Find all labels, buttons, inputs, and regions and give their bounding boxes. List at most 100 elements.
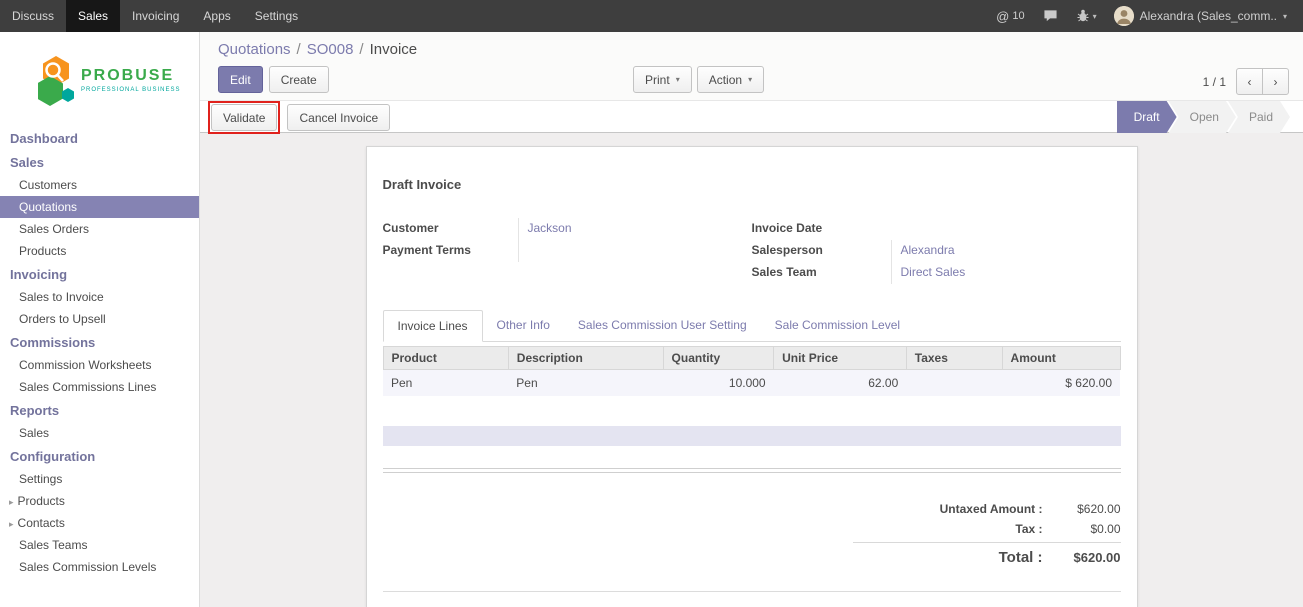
customer-label: Customer [383,218,518,240]
chat-bubble-icon [1043,9,1058,23]
status-open[interactable]: Open [1169,101,1236,133]
notebook-tabs: Invoice Lines Other Info Sales Commissio… [383,310,1121,342]
activity-count: 10 [1012,10,1024,22]
sidebar-item-sales-teams[interactable]: Sales Teams [0,534,199,556]
breadcrumb-so008[interactable]: SO008 [307,41,354,58]
sidebar-item-config-products[interactable]: ▸Products [0,490,199,512]
top-menu-sales[interactable]: Sales [66,0,120,32]
edit-button[interactable]: Edit [218,66,263,93]
top-menu-apps[interactable]: Apps [191,0,242,32]
col-amount[interactable]: Amount [1002,347,1120,370]
breadcrumb-separator: / [291,41,307,58]
tab-invoice-lines[interactable]: Invoice Lines [383,310,483,342]
payment-terms-label: Payment Terms [383,240,518,262]
salesperson-value[interactable]: Alexandra [891,240,1121,262]
sidebar-heading-reports[interactable]: Reports [0,398,199,422]
user-name: Alexandra (Sales_comm.. [1140,9,1277,23]
status-paid[interactable]: Paid [1228,101,1290,133]
sidebar-heading-configuration[interactable]: Configuration [0,444,199,468]
logo-subtitle: PROFESSIONAL BUSINESS [81,87,180,93]
sidebar-item-customers[interactable]: Customers [0,174,199,196]
messages-menu[interactable] [1034,0,1067,32]
debug-menu[interactable]: ▾ [1067,0,1106,32]
cell-description: Pen [508,370,663,397]
statusbar: Validate Cancel Invoice Draft Open Paid [200,100,1303,133]
top-menu-discuss[interactable]: Discuss [0,0,66,32]
action-button[interactable]: Action▾ [697,66,764,93]
pager-next-button[interactable]: › [1262,68,1289,95]
sidebar-item-commission-worksheets[interactable]: Commission Worksheets [0,354,199,376]
control-panel: Quotations/SO008/Invoice Edit Create Pri… [200,32,1303,100]
cell-unit-price: 62.00 [774,370,907,397]
caret-down-icon: ▾ [676,75,680,84]
form-buttons: Edit Create [218,66,329,93]
logo-title: PROBUSE [81,67,180,85]
col-taxes[interactable]: Taxes [906,347,1002,370]
sidebar-item-sales-orders[interactable]: Sales Orders [0,218,199,240]
statusbar-buttons: Validate Cancel Invoice [208,101,390,134]
untaxed-amount-label: Untaxed Amount : [853,502,1043,516]
user-menu[interactable]: Alexandra (Sales_comm.. ▾ [1106,6,1295,26]
status-draft[interactable]: Draft [1117,101,1177,133]
top-navbar: Discuss Sales Invoicing Apps Settings @ … [0,0,1303,32]
sidebar-heading-invoicing[interactable]: Invoicing [0,262,199,286]
at-icon: @ [996,9,1009,24]
logo-text: PROBUSE PROFESSIONAL BUSINESS [81,67,180,93]
caret-down-icon: ▾ [1283,12,1287,21]
validate-button[interactable]: Validate [211,104,277,131]
tab-sale-commission-level[interactable]: Sale Commission Level [761,310,914,341]
top-menu-invoicing[interactable]: Invoicing [120,0,191,32]
cell-taxes [906,370,1002,397]
customer-value[interactable]: Jackson [518,218,752,240]
tab-sales-commission-user-setting[interactable]: Sales Commission User Setting [564,310,761,341]
topbar-right: @ 10 ▾ Alexandra (Sales_comm.. ▾ [987,0,1303,32]
top-menu: Discuss Sales Invoicing Apps Settings [0,0,310,32]
breadcrumb-quotations[interactable]: Quotations [218,41,291,58]
sidebar-item-sales-commissions-lines[interactable]: Sales Commissions Lines [0,376,199,398]
print-button[interactable]: Print▾ [633,66,692,93]
invoice-date-label: Invoice Date [752,218,891,240]
sidebar-item-reports-sales[interactable]: Sales [0,422,199,444]
fields-right-column: Invoice Date Salesperson Alexandra Sales… [752,218,1121,284]
col-product[interactable]: Product [383,347,508,370]
invoice-date-value [891,218,1121,240]
cell-quantity: 10.000 [663,370,774,397]
action-buttons: Print▾ Action▾ [633,66,764,93]
sidebar-item-sales-commission-levels[interactable]: Sales Commission Levels [0,556,199,578]
sidebar-item-quotations[interactable]: Quotations [0,196,199,218]
cancel-invoice-button[interactable]: Cancel Invoice [287,104,390,131]
sidebar-heading-sales[interactable]: Sales [0,150,199,174]
col-unit-price[interactable]: Unit Price [774,347,907,370]
sidebar-item-orders-to-upsell[interactable]: Orders to Upsell [0,308,199,330]
sidebar-item-dashboard[interactable]: Dashboard [0,126,199,150]
top-menu-settings[interactable]: Settings [243,0,310,32]
sheet-footer-divider [383,591,1121,592]
empty-group-row [383,426,1121,446]
sales-team-value[interactable]: Direct Sales [891,262,1121,284]
salesperson-label: Salesperson [752,240,891,262]
invoice-lines-table: Product Description Quantity Unit Price … [383,346,1121,396]
pager-previous-button[interactable]: ‹ [1236,68,1263,95]
probuse-logo-icon [38,54,74,106]
col-description[interactable]: Description [508,347,663,370]
avatar [1114,6,1134,26]
sidebar-item-config-contacts[interactable]: ▸Contacts [0,512,199,534]
section-divider [383,468,1121,473]
invoice-sheet: Draft Invoice Customer Jackson Payment T… [366,146,1138,607]
sales-team-label: Sales Team [752,262,891,284]
sidebar-item-config-settings[interactable]: Settings [0,468,199,490]
bug-icon [1076,9,1090,23]
col-quantity[interactable]: Quantity [663,347,774,370]
sidebar-heading-commissions[interactable]: Commissions [0,330,199,354]
create-button[interactable]: Create [269,66,329,93]
sidebar-item-sales-to-invoice[interactable]: Sales to Invoice [0,286,199,308]
activities-menu[interactable]: @ 10 [987,0,1033,32]
cell-product: Pen [383,370,508,397]
pager: 1 / 1 ‹ › [1203,68,1289,95]
tax-value: $0.00 [1043,522,1121,536]
invoice-line-row[interactable]: Pen Pen 10.000 62.00 $ 620.00 [383,370,1120,397]
sidebar-item-products[interactable]: Products [0,240,199,262]
breadcrumb-current: Invoice [370,41,418,58]
action-label: Action [709,73,742,87]
tab-other-info[interactable]: Other Info [483,310,564,341]
